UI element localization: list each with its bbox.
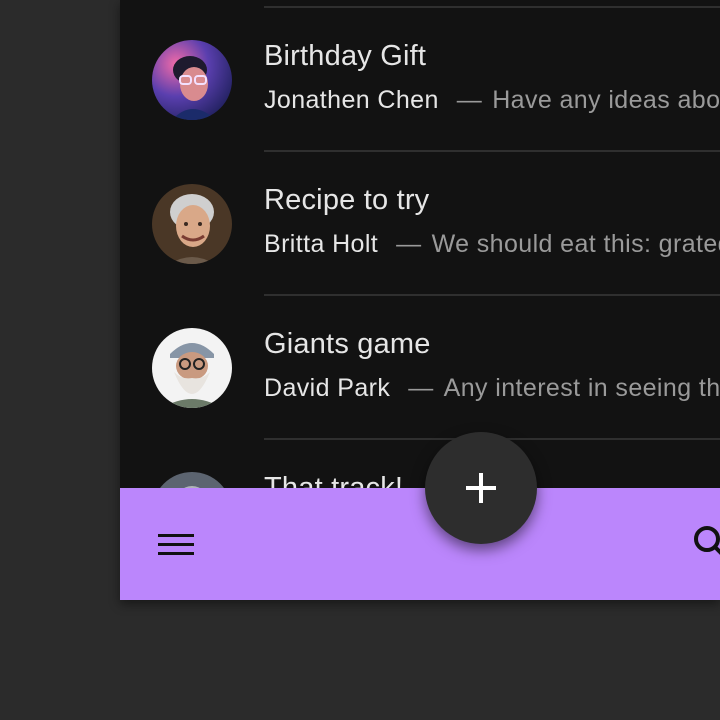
- list-item-giants-game[interactable]: Giants game David Park — Any interest in s…: [120, 288, 720, 432]
- compose-fab-button[interactable]: [425, 432, 537, 544]
- item-sender: David Park: [264, 374, 391, 402]
- item-preview: Have any ideas about what we should get …: [492, 86, 720, 114]
- item-separator: —: [408, 374, 434, 402]
- item-title: Birthday Gift: [264, 40, 427, 72]
- list-item-birthday-gift[interactable]: Birthday Gift Jonathen Chen — Have any ide…: [120, 0, 720, 144]
- avatar-photo-icon: [152, 40, 232, 120]
- menu-icon[interactable]: [156, 528, 196, 560]
- item-separator: —: [396, 230, 422, 258]
- item-subtitle: Britta Holt — We should eat this: grated s…: [264, 230, 720, 259]
- item-title: Recipe to try: [264, 184, 430, 216]
- item-preview: Any interest in seeing the Giants game t…: [443, 374, 720, 402]
- avatar-britta-holt: [152, 184, 232, 264]
- item-preview: We should eat this: grated squash. Corn …: [431, 230, 720, 258]
- avatar-jonathen-chen: [152, 40, 232, 120]
- avatar-david-park: [152, 328, 232, 408]
- list-item-recipe-to-try[interactable]: Recipe to try Britta Holt — We should eat …: [120, 144, 720, 288]
- item-sender: Jonathen Chen: [264, 86, 439, 114]
- item-subtitle: Jonathen Chen — Have any ideas about what …: [264, 86, 720, 115]
- item-separator: —: [456, 86, 483, 114]
- bottom-app-bar: [120, 488, 720, 600]
- item-sender: Britta Holt: [264, 230, 379, 258]
- avatar-photo-icon: [152, 184, 232, 264]
- item-title: Giants game: [264, 328, 431, 360]
- avatar-photo-icon: [152, 328, 232, 408]
- search-icon[interactable]: [690, 522, 720, 566]
- app-window: Birthday Gift Jonathen Chen — Have any ide…: [120, 0, 720, 600]
- item-subtitle: David Park — Any interest in seeing the Gi…: [264, 374, 720, 403]
